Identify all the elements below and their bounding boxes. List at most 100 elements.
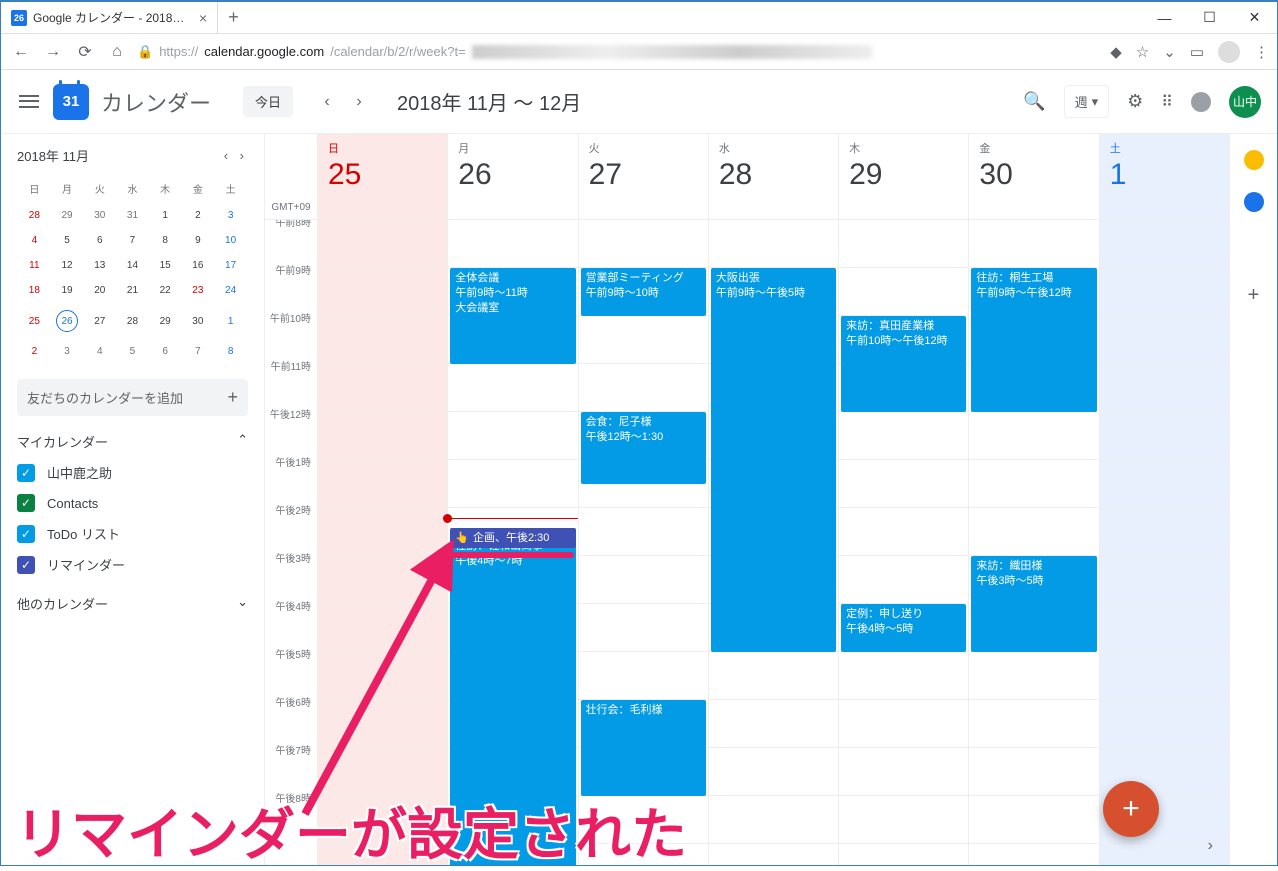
mini-day[interactable]: 16 — [183, 254, 214, 277]
calendar-event[interactable]: 全体会議午前9時～11時大会議室 — [450, 268, 575, 364]
mini-day[interactable]: 13 — [84, 254, 115, 277]
mini-day[interactable]: 4 — [19, 229, 50, 252]
panel-icon[interactable]: ▭ — [1190, 43, 1204, 61]
mini-day[interactable]: 28 — [19, 204, 50, 227]
apps-icon[interactable]: ⠿ — [1161, 92, 1173, 112]
browser-tab[interactable]: 26 Google カレンダー - 2018年 11月 2 × — [1, 2, 218, 34]
mini-day[interactable]: 3 — [215, 204, 246, 227]
mini-day[interactable]: 22 — [150, 279, 181, 302]
day-header[interactable]: 木29 — [838, 134, 968, 219]
mini-day[interactable]: 1 — [150, 204, 181, 227]
mini-day[interactable]: 5 — [117, 340, 148, 363]
checkbox-icon[interactable]: ✓ — [17, 464, 35, 482]
keep-icon[interactable] — [1244, 150, 1264, 170]
calendar-event[interactable]: 往訪：佐和山商事午後4時～7時 — [450, 536, 575, 865]
avatar[interactable]: 山中 — [1229, 86, 1261, 118]
mini-day[interactable]: 5 — [52, 229, 83, 252]
day-header[interactable]: 月26 — [447, 134, 577, 219]
mini-day[interactable]: 2 — [19, 340, 50, 363]
mini-prev-icon[interactable]: ‹ — [220, 148, 232, 163]
forward-icon[interactable]: → — [41, 40, 65, 64]
today-button[interactable]: 今日 — [243, 86, 293, 117]
mini-day[interactable]: 7 — [117, 229, 148, 252]
new-tab-button[interactable]: + — [218, 7, 249, 28]
day-header[interactable]: 土1 — [1099, 134, 1229, 219]
mini-day[interactable]: 21 — [117, 279, 148, 302]
mini-day[interactable]: 19 — [52, 279, 83, 302]
sidepanel-chevron-icon[interactable]: › — [1208, 837, 1213, 855]
collapse-icon[interactable]: ⌃ — [237, 432, 248, 451]
mini-day[interactable]: 14 — [117, 254, 148, 277]
calendar-event[interactable]: 会食：尼子様午後12時～1:30 — [581, 412, 706, 484]
gear-icon[interactable]: ⚙ — [1127, 91, 1143, 112]
day-column[interactable]: 営業部ミーティング午前9時～10時会食：尼子様午後12時～1:30 壮行会：毛利様 — [578, 220, 708, 865]
collapse-icon[interactable]: ⌄ — [237, 594, 248, 613]
mini-day[interactable]: 27 — [84, 304, 115, 338]
mini-day[interactable]: 1 — [215, 304, 246, 338]
window-maximize-icon[interactable]: ☐ — [1187, 2, 1232, 34]
mini-day[interactable]: 28 — [117, 304, 148, 338]
mini-day[interactable]: 25 — [19, 304, 50, 338]
mini-day[interactable]: 4 — [84, 340, 115, 363]
mini-day[interactable]: 9 — [183, 229, 214, 252]
search-icon[interactable]: 🔍 — [1023, 91, 1045, 112]
day-header[interactable]: 水28 — [708, 134, 838, 219]
calendar-event[interactable]: 定例：申し送り午後4時～5時 — [841, 604, 966, 652]
mini-day[interactable]: 10 — [215, 229, 246, 252]
tab-close-icon[interactable]: × — [199, 10, 207, 26]
mini-day[interactable]: 24 — [215, 279, 246, 302]
day-header[interactable]: 金30 — [968, 134, 1098, 219]
checkbox-icon[interactable]: ✓ — [17, 525, 35, 543]
mini-day[interactable]: 29 — [52, 204, 83, 227]
calendar-event[interactable]: 来訪：織田様午後3時～5時 — [971, 556, 1096, 652]
next-week-icon[interactable]: › — [345, 93, 373, 111]
mini-day[interactable]: 15 — [150, 254, 181, 277]
calendar-event[interactable]: 壮行会：毛利様 — [581, 700, 706, 796]
day-header[interactable]: 火27 — [578, 134, 708, 219]
reminder-chip[interactable]: 👆企画、午後2:30 — [450, 528, 575, 548]
mini-day[interactable]: 11 — [19, 254, 50, 277]
mini-day[interactable]: 20 — [84, 279, 115, 302]
window-close-icon[interactable]: ✕ — [1232, 2, 1277, 34]
url-field[interactable]: 🔒 https://calendar.google.com/calendar/b… — [137, 44, 1102, 60]
calendar-item[interactable]: ✓Contacts — [17, 494, 248, 512]
checkbox-icon[interactable]: ✓ — [17, 494, 35, 512]
window-minimize-icon[interactable]: — — [1142, 2, 1187, 34]
plus-icon[interactable]: + — [227, 387, 238, 408]
day-header[interactable]: 日25 — [317, 134, 447, 219]
mini-day[interactable]: 7 — [183, 340, 214, 363]
calendar-event[interactable]: 営業部ミーティング午前9時～10時 — [581, 268, 706, 316]
pocket-icon[interactable]: ⌄ — [1163, 43, 1176, 61]
calendar-event[interactable]: 大阪出張午前9時～午後5時 — [711, 268, 836, 652]
mini-day[interactable]: 12 — [52, 254, 83, 277]
tasks-icon[interactable] — [1244, 192, 1264, 212]
mini-day[interactable]: 2 — [183, 204, 214, 227]
prev-week-icon[interactable]: ‹ — [313, 93, 341, 111]
calendar-item[interactable]: ✓リマインダー — [17, 555, 248, 574]
create-event-fab[interactable]: + — [1103, 781, 1159, 837]
home-icon[interactable]: ⌂ — [105, 40, 129, 64]
day-column[interactable]: 大阪出張午前9時～午後5時 — [708, 220, 838, 865]
view-select[interactable]: 週 ▾ — [1064, 85, 1110, 118]
day-column[interactable] — [1099, 220, 1229, 865]
mini-day[interactable]: 30 — [84, 204, 115, 227]
day-column[interactable]: 往訪：桐生工場午前9時～午後12時来訪：織田様午後3時～5時 — [968, 220, 1098, 865]
day-column[interactable] — [317, 220, 447, 865]
mini-day[interactable]: 6 — [150, 340, 181, 363]
mini-day[interactable]: 17 — [215, 254, 246, 277]
mini-next-icon[interactable]: › — [236, 148, 248, 163]
day-column[interactable]: 全体会議午前9時～11時大会議室往訪：佐和山商事午後4時～7時👆企画、午後2:3… — [447, 220, 577, 865]
hamburger-icon[interactable] — [17, 90, 41, 114]
mini-day[interactable]: 23 — [183, 279, 214, 302]
mini-day[interactable]: 26 — [52, 304, 83, 338]
calendar-event[interactable]: 往訪：桐生工場午前9時～午後12時 — [971, 268, 1096, 412]
mini-day[interactable]: 31 — [117, 204, 148, 227]
mini-day[interactable]: 3 — [52, 340, 83, 363]
mini-day[interactable]: 6 — [84, 229, 115, 252]
reload-icon[interactable]: ⟳ — [73, 40, 97, 64]
mini-day[interactable]: 29 — [150, 304, 181, 338]
mini-day[interactable]: 30 — [183, 304, 214, 338]
calendar-item[interactable]: ✓ToDo リスト — [17, 524, 248, 543]
star-icon[interactable]: ☆ — [1136, 43, 1149, 61]
notifications-icon[interactable] — [1191, 92, 1211, 112]
